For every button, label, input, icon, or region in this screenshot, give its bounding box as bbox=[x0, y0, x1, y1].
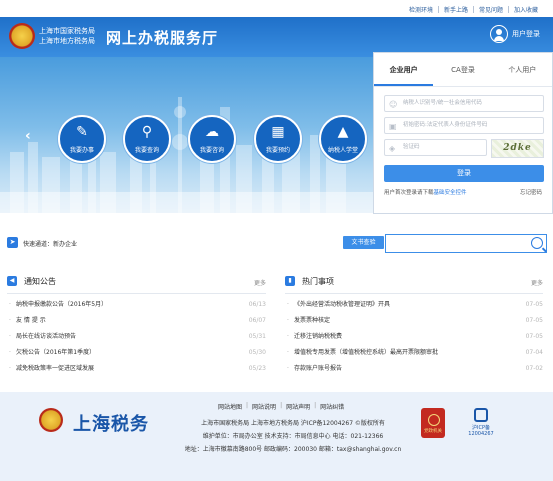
document-edit-icon: ✎ bbox=[76, 124, 88, 140]
footer-link-site-info[interactable]: 网站说明 bbox=[252, 402, 276, 411]
link-newbie-guide[interactable]: 新手上路 bbox=[439, 5, 473, 14]
quick-action-appointment[interactable]: ▦ 我要预约 bbox=[254, 115, 302, 163]
username-input[interactable]: ☺ 纳税人识别号/统一社会信用代码 bbox=[384, 95, 544, 112]
icp-badge[interactable]: 沪ICP备 12004267 bbox=[466, 408, 496, 437]
list-item[interactable]: 《外出经营活动税收管理证明》开具07-05 bbox=[285, 297, 543, 313]
login-tabs: 企业用户 CA登录 个人用户 bbox=[374, 53, 552, 87]
quick-channel-label: 快速通道： bbox=[23, 241, 54, 248]
search-icon[interactable] bbox=[531, 237, 543, 249]
quick-channel-row: ➤ 快速通道：新办企业 文书查验 bbox=[7, 234, 547, 253]
search-icon: ⚲ bbox=[141, 124, 153, 140]
government-site-badge[interactable]: 党政机关 bbox=[421, 408, 445, 438]
link-add-favorite[interactable]: 加入收藏 bbox=[509, 5, 543, 14]
notices-header: ◀ 通知公告 更多 bbox=[7, 274, 266, 289]
tab-ca-login[interactable]: CA登录 bbox=[433, 53, 492, 86]
divider bbox=[7, 293, 266, 294]
notices-more-link[interactable]: 更多 bbox=[254, 278, 266, 287]
banner-prev-arrow[interactable]: ‹ bbox=[25, 128, 31, 144]
tax-emblem-icon bbox=[39, 408, 63, 432]
password-input[interactable]: ▣ 初始密码:法定代表人身份证件号码 bbox=[384, 117, 544, 134]
bureau-names: 上海市国家税务局 上海市地方税务局 bbox=[39, 26, 95, 46]
site-footer: 上海税务 网站地图 | 网站说明 | 网站声明 | 网站纠错 上海市国家税务局 上海市… bbox=[0, 392, 553, 481]
calendar-icon: ▦ bbox=[271, 124, 285, 140]
list-item[interactable]: 发票票种核定07-05 bbox=[285, 313, 543, 329]
send-icon: ➤ bbox=[7, 237, 18, 248]
hot-items-header: ▮ 热门事项 更多 bbox=[285, 274, 543, 289]
footer-address: 地址：上海市徽慕南路800号 邮政编码：200030 邮箱：tax@shangh… bbox=[184, 446, 402, 453]
footer-copyright: 上海市国家税务局 上海市地方税务局 沪ICP备12004267 ©版权所有 bbox=[201, 420, 385, 427]
bureau-national: 上海市国家税务局 bbox=[39, 27, 95, 35]
list-item[interactable]: 局长在线访谈活动预告05/31 bbox=[7, 329, 266, 345]
quick-action-taxpayer-school[interactable]: ▲ 纳税人学堂 bbox=[319, 115, 367, 163]
tab-personal-user[interactable]: 个人用户 bbox=[493, 53, 552, 86]
list-item[interactable]: 友 情 提 示06/07 bbox=[7, 313, 266, 329]
list-item[interactable]: 纳税申报缴款公告（2016年5月）06/13 bbox=[7, 297, 266, 313]
login-panel: 企业用户 CA登录 个人用户 ☺ 纳税人识别号/统一社会信用代码 ▣ 初始密码:… bbox=[373, 52, 553, 214]
quick-channel-new-enterprise[interactable]: 新办企业 bbox=[53, 241, 77, 248]
list-item[interactable]: 欠税公告（2016年第1季度）05/30 bbox=[7, 345, 266, 361]
top-links: 检测环境 新手上路 常见问题 加入收藏 bbox=[404, 5, 543, 14]
bureau-local: 上海市地方税务局 bbox=[39, 37, 95, 45]
captcha-input[interactable]: ◈ 验证码 bbox=[384, 139, 487, 156]
quick-action-handle-affairs[interactable]: ✎ 我要办事 bbox=[58, 115, 106, 163]
list-item[interactable]: 减免税政策率一促进区域发展05/23 bbox=[7, 361, 266, 377]
chat-bubble-icon: ☁ bbox=[205, 124, 219, 140]
notices-title: 通知公告 bbox=[24, 277, 56, 286]
footer-link-error-report[interactable]: 网站纠错 bbox=[320, 402, 344, 411]
top-links-bar: 检测环境 新手上路 常见问题 加入收藏 bbox=[0, 0, 553, 17]
download-security-control-link[interactable]: 基础安全控件 bbox=[434, 190, 467, 196]
footer-brand: 上海税务 bbox=[73, 414, 149, 435]
user-login-button[interactable]: 用户登录 bbox=[490, 25, 540, 43]
notices-list: 纳税申报缴款公告（2016年5月）06/13 友 情 提 示06/07 局长在线… bbox=[7, 297, 266, 377]
login-button[interactable]: 登录 bbox=[384, 165, 544, 182]
speaker-icon: ◀ bbox=[7, 276, 17, 286]
tax-emblem-icon bbox=[9, 23, 35, 49]
list-item[interactable]: 增值税专用发票（增值税税控系统）最高开票限额审批07-04 bbox=[285, 345, 543, 361]
lock-icon: ▣ bbox=[389, 122, 397, 131]
footer-link-sitemap[interactable]: 网站地图 bbox=[218, 402, 242, 411]
captcha-image[interactable]: 2dke bbox=[491, 139, 544, 158]
footer-info: 上海市国家税务局 上海市地方税务局 沪ICP备12004267 ©版权所有 维护… bbox=[168, 417, 418, 456]
quick-action-consult[interactable]: ☁ 我要咨询 bbox=[188, 115, 236, 163]
search-input[interactable] bbox=[385, 234, 547, 253]
quick-channel: 快速通道：新办企业 bbox=[23, 239, 77, 248]
document-verify-button[interactable]: 文书查验 bbox=[343, 236, 384, 249]
footer-maintainer: 维护单位：市局办公室 技术支持：市局信息中心 电话：021-12366 bbox=[202, 433, 384, 440]
site-header: 上海市国家税务局 上海市地方税务局 网上办税服务厅 用户登录 bbox=[0, 17, 553, 57]
hot-items-more-link[interactable]: 更多 bbox=[531, 278, 543, 287]
user-icon bbox=[490, 25, 508, 43]
user-outline-icon: ☺ bbox=[389, 100, 398, 109]
shield-icon: ◈ bbox=[389, 144, 396, 153]
bar-chart-icon: ▮ bbox=[285, 276, 295, 286]
hot-items-panel: ▮ 热门事项 更多 《外出经营活动税收管理证明》开具07-05 发票票种核定07… bbox=[285, 274, 543, 377]
user-login-label: 用户登录 bbox=[512, 30, 540, 38]
hot-items-list: 《外出经营活动税收管理证明》开具07-05 发票票种核定07-05 迁移注销纳税… bbox=[285, 297, 543, 377]
notices-panel: ◀ 通知公告 更多 纳税申报缴款公告（2016年5月）06/13 友 情 提 示… bbox=[7, 274, 266, 377]
footer-links: 网站地图 | 网站说明 | 网站声明 | 网站纠错 bbox=[218, 402, 345, 411]
site-title: 网上办税服务厅 bbox=[106, 29, 219, 47]
tab-enterprise-user[interactable]: 企业用户 bbox=[374, 53, 434, 86]
footer-link-statement[interactable]: 网站声明 bbox=[286, 402, 310, 411]
divider bbox=[285, 293, 543, 294]
link-check-environment[interactable]: 检测环境 bbox=[404, 5, 438, 14]
building-icon bbox=[474, 408, 488, 422]
list-item[interactable]: 迁移注销纳税税费07-05 bbox=[285, 329, 543, 345]
forgot-password-link[interactable]: 忘记密码 bbox=[520, 188, 542, 196]
login-hint: 用户首次登录请下载基础安全控件 bbox=[384, 190, 467, 196]
link-faq[interactable]: 常见问题 bbox=[474, 5, 508, 14]
quick-action-query[interactable]: ⚲ 我要查询 bbox=[123, 115, 171, 163]
list-item[interactable]: 存款账户账号报告07-02 bbox=[285, 361, 543, 377]
hot-items-title: 热门事项 bbox=[302, 277, 334, 286]
graduation-cap-icon: ▲ bbox=[337, 124, 349, 140]
